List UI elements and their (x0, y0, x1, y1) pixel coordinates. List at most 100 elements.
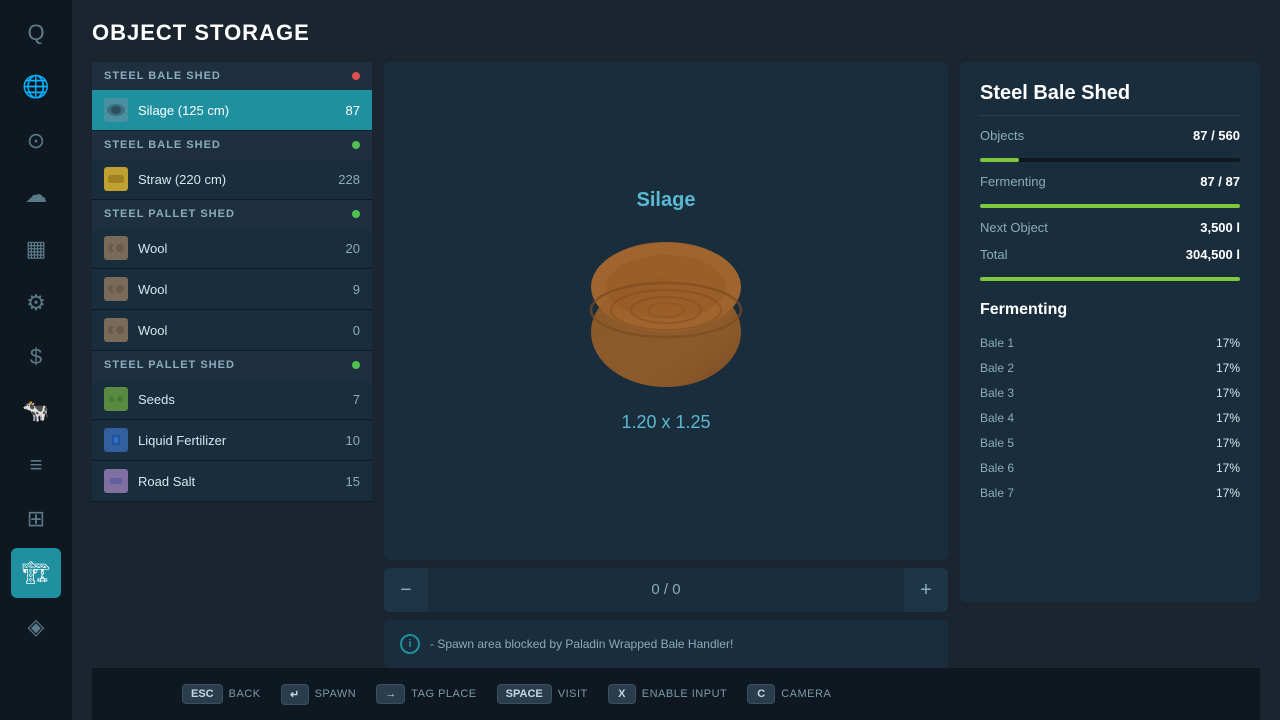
stat-value-total: 304,500 l (1186, 247, 1240, 262)
quantity-increase-button[interactable]: + (904, 568, 948, 612)
list-item-wool-2[interactable]: Wool 9 (92, 269, 372, 310)
seeds-count: 7 (330, 392, 360, 407)
quantity-bar: − 0 / 0 + (384, 568, 948, 612)
list-item-wool-3[interactable]: Wool 0 (92, 310, 372, 351)
quantity-decrease-button[interactable]: − (384, 568, 428, 612)
sidebar-item-vehicles[interactable]: ⊞ (11, 494, 61, 544)
key-label-tagplace: TAG PLACE (411, 688, 476, 700)
sidebar-item-globe[interactable]: 🌐 (11, 62, 61, 112)
vehicles-icon: ⊞ (27, 506, 45, 532)
section-label-pallet-1: STEEL PALLET SHED (104, 208, 235, 220)
bale-row-1: Bale 1 17% (980, 331, 1240, 356)
globe-icon: 🌐 (22, 74, 49, 100)
page-title: OBJECT STORAGE (92, 20, 1260, 46)
bale-label-7: Bale 7 (980, 486, 1014, 500)
wool-name-2: Wool (138, 282, 320, 297)
wool-icon-2 (104, 277, 128, 301)
sidebar-item-map[interactable]: ◈ (11, 602, 61, 652)
list-item-liquid[interactable]: Liquid Fertilizer 10 (92, 420, 372, 461)
section-label-bale-2: STEEL BALE SHED (104, 139, 221, 151)
wool-name-3: Wool (138, 323, 320, 338)
bale-row-3: Bale 3 17% (980, 381, 1240, 406)
progress-fermenting (980, 204, 1240, 208)
stat-row-total: Total 304,500 l (980, 247, 1240, 262)
sidebar-item-stats[interactable]: ▦ (11, 224, 61, 274)
bottom-bar: ESC BACK ↵ SPAWN → TAG PLACE SPACE VISIT… (92, 668, 1260, 720)
sidebar-item-q[interactable]: Q (11, 8, 61, 58)
list-item-seeds[interactable]: Seeds 7 (92, 379, 372, 420)
info-icon: i (400, 634, 420, 654)
sidebar: Q 🌐 ⊙ ☁ ▦ ⚙ $ 🐄 ≡ ⊞ 🏗 ◈ (0, 0, 72, 720)
salt-count: 15 (330, 474, 360, 489)
section-dot-green-1 (352, 141, 360, 149)
salt-icon (104, 469, 128, 493)
progress-objects (980, 158, 1240, 162)
bale-label-4: Bale 4 (980, 411, 1014, 425)
progress-fill-objects (980, 158, 1019, 162)
preview-title: Silage (637, 189, 696, 212)
key-label-camera: CAMERA (781, 688, 831, 700)
straw-name: Straw (220 cm) (138, 172, 320, 187)
bale-row-6: Bale 6 17% (980, 456, 1240, 481)
liquid-icon (104, 428, 128, 452)
section-dot-green-2 (352, 210, 360, 218)
preview-main: Silage (384, 62, 948, 560)
bale-pct-5: 17% (1216, 436, 1240, 450)
main-area: OBJECT STORAGE STEEL BALE SHED Silage (1… (72, 0, 1280, 720)
wool-icon-1 (104, 236, 128, 260)
stat-label-fermenting: Fermenting (980, 174, 1046, 189)
bale-list: Bale 1 17% Bale 2 17% Bale 3 17% Bale 4 … (980, 331, 1240, 506)
sidebar-item-weather[interactable]: ☁ (11, 170, 61, 220)
silage-count: 87 (330, 103, 360, 118)
key-label-back: BACK (229, 688, 261, 700)
section-header-bale-2: STEEL BALE SHED (92, 131, 372, 159)
money-icon: $ (30, 344, 42, 370)
preview-dimensions: 1.20 x 1.25 (621, 412, 710, 433)
bale-pct-3: 17% (1216, 386, 1240, 400)
sidebar-item-storage[interactable]: 🏗 (11, 548, 61, 598)
list-item-straw[interactable]: Straw (220 cm) 228 (92, 159, 372, 200)
steering-icon: ⊙ (27, 128, 45, 154)
sidebar-item-money[interactable]: $ (11, 332, 61, 382)
list-item-wool-1[interactable]: Wool 20 (92, 228, 372, 269)
sidebar-item-steering[interactable]: ⊙ (11, 116, 61, 166)
fermenting-section-title: Fermenting (980, 301, 1240, 319)
straw-icon (104, 167, 128, 191)
sidebar-item-animal[interactable]: 🐄 (11, 386, 61, 436)
warning-bar: i - Spawn area blocked by Paladin Wrappe… (384, 620, 948, 668)
wool-count-3: 0 (330, 323, 360, 338)
sidebar-item-contracts[interactable]: ≡ (11, 440, 61, 490)
section-header-bale-1: STEEL BALE SHED (92, 62, 372, 90)
list-item-salt[interactable]: Road Salt 15 (92, 461, 372, 502)
sidebar-item-tractor[interactable]: ⚙ (11, 278, 61, 328)
silage-name: Silage (125 cm) (138, 103, 320, 118)
weather-icon: ☁ (25, 182, 47, 208)
content-area: STEEL BALE SHED Silage (125 cm) 87 STEEL… (92, 62, 1260, 668)
straw-count: 228 (330, 172, 360, 187)
silage-icon (104, 98, 128, 122)
bale-label-2: Bale 2 (980, 361, 1014, 375)
key-label-enableinput: ENABLE INPUT (642, 688, 727, 700)
liquid-name: Liquid Fertilizer (138, 433, 320, 448)
stat-row-next: Next Object 3,500 l (980, 220, 1240, 235)
bale-row-2: Bale 2 17% (980, 356, 1240, 381)
section-header-pallet-2: STEEL PALLET SHED (92, 351, 372, 379)
bale-label-1: Bale 1 (980, 336, 1014, 350)
stat-value-fermenting: 87 / 87 (1200, 174, 1240, 189)
contracts-icon: ≡ (30, 452, 43, 478)
preview-panel: Silage (384, 62, 948, 668)
list-panel: STEEL BALE SHED Silage (125 cm) 87 STEEL… (92, 62, 372, 602)
bale-pct-6: 17% (1216, 461, 1240, 475)
bale-pct-7: 17% (1216, 486, 1240, 500)
key-group-esc: ESC BACK (182, 684, 261, 704)
list-item-silage[interactable]: Silage (125 cm) 87 (92, 90, 372, 131)
seeds-name: Seeds (138, 392, 320, 407)
bale-pct-1: 17% (1216, 336, 1240, 350)
section-label-bale-1: STEEL BALE SHED (104, 70, 221, 82)
storage-icon: 🏗 (22, 560, 50, 586)
stat-label-next: Next Object (980, 220, 1048, 235)
key-group-camera: C CAMERA (747, 684, 831, 704)
map-icon: ◈ (28, 614, 45, 640)
key-badge-tagplace: → (376, 684, 405, 704)
key-group-visit: SPACE VISIT (497, 684, 588, 704)
